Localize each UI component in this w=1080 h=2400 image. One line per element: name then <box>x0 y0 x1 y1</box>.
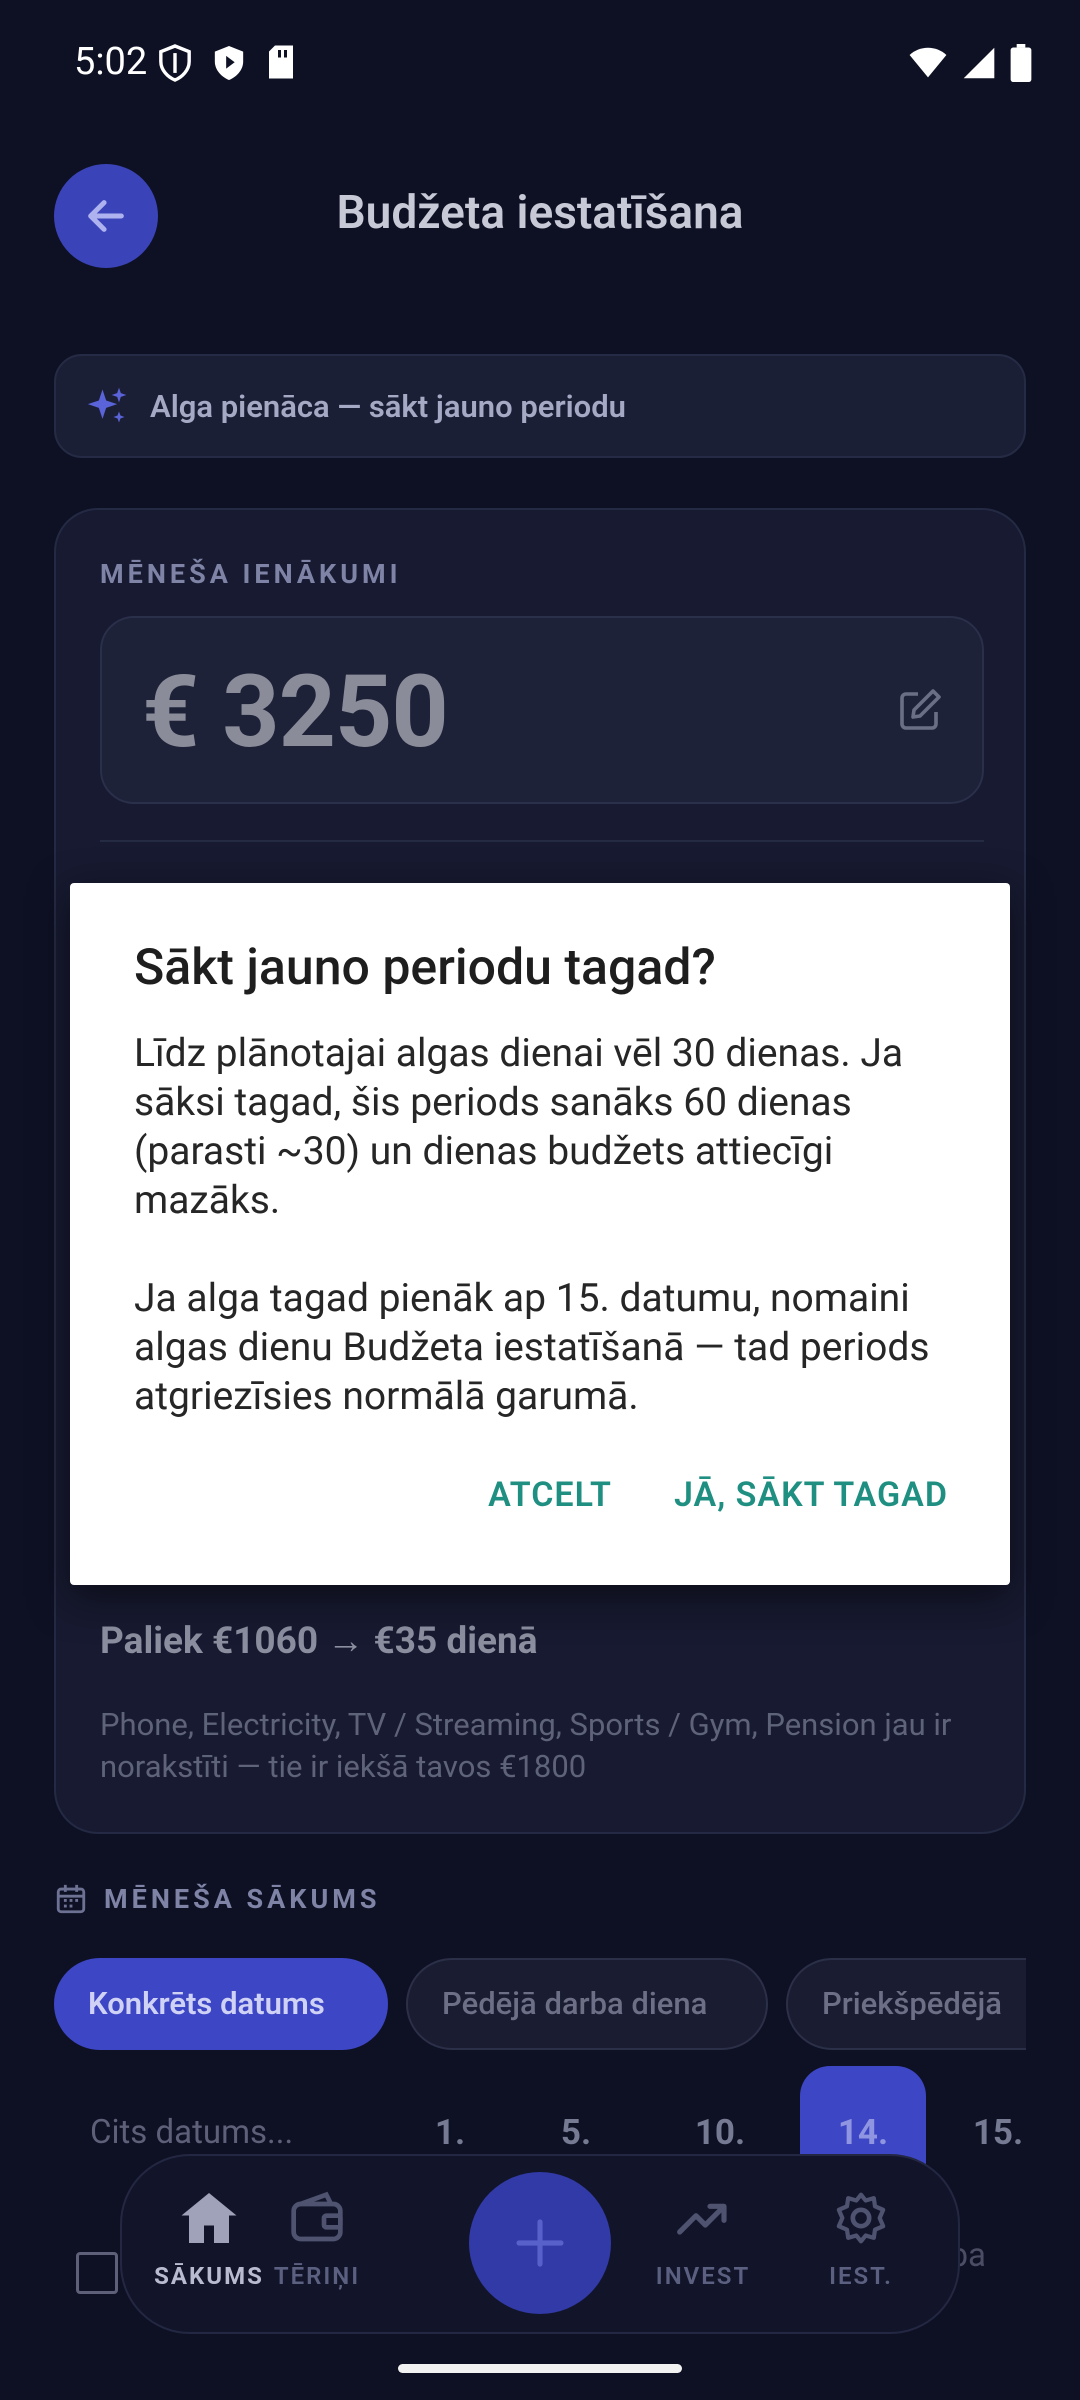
budget-settings-screen: 5:02 Budžeta iestatīšana Alga pienāca — … <box>0 0 1080 2400</box>
start-new-period-dialog: Sākt jauno periodu tagad? Līdz plānotaja… <box>70 883 1010 1585</box>
dialog-paragraph: Līdz plānotajai algas dienai vēl 30 dien… <box>134 1030 904 1223</box>
dialog-message: Līdz plānotajai algas dienai vēl 30 dien… <box>134 1029 964 1470</box>
dialog-title: Sākt jauno periodu tagad? <box>134 939 716 997</box>
dialog-actions: ATCELT JĀ, SĀKT TAGAD <box>488 1475 948 1515</box>
confirm-start-button[interactable]: JĀ, SĀKT TAGAD <box>674 1475 948 1515</box>
cancel-button[interactable]: ATCELT <box>488 1475 612 1515</box>
dialog-paragraph: Ja alga tagad pienāk ap 15. datumu, noma… <box>134 1275 930 1419</box>
